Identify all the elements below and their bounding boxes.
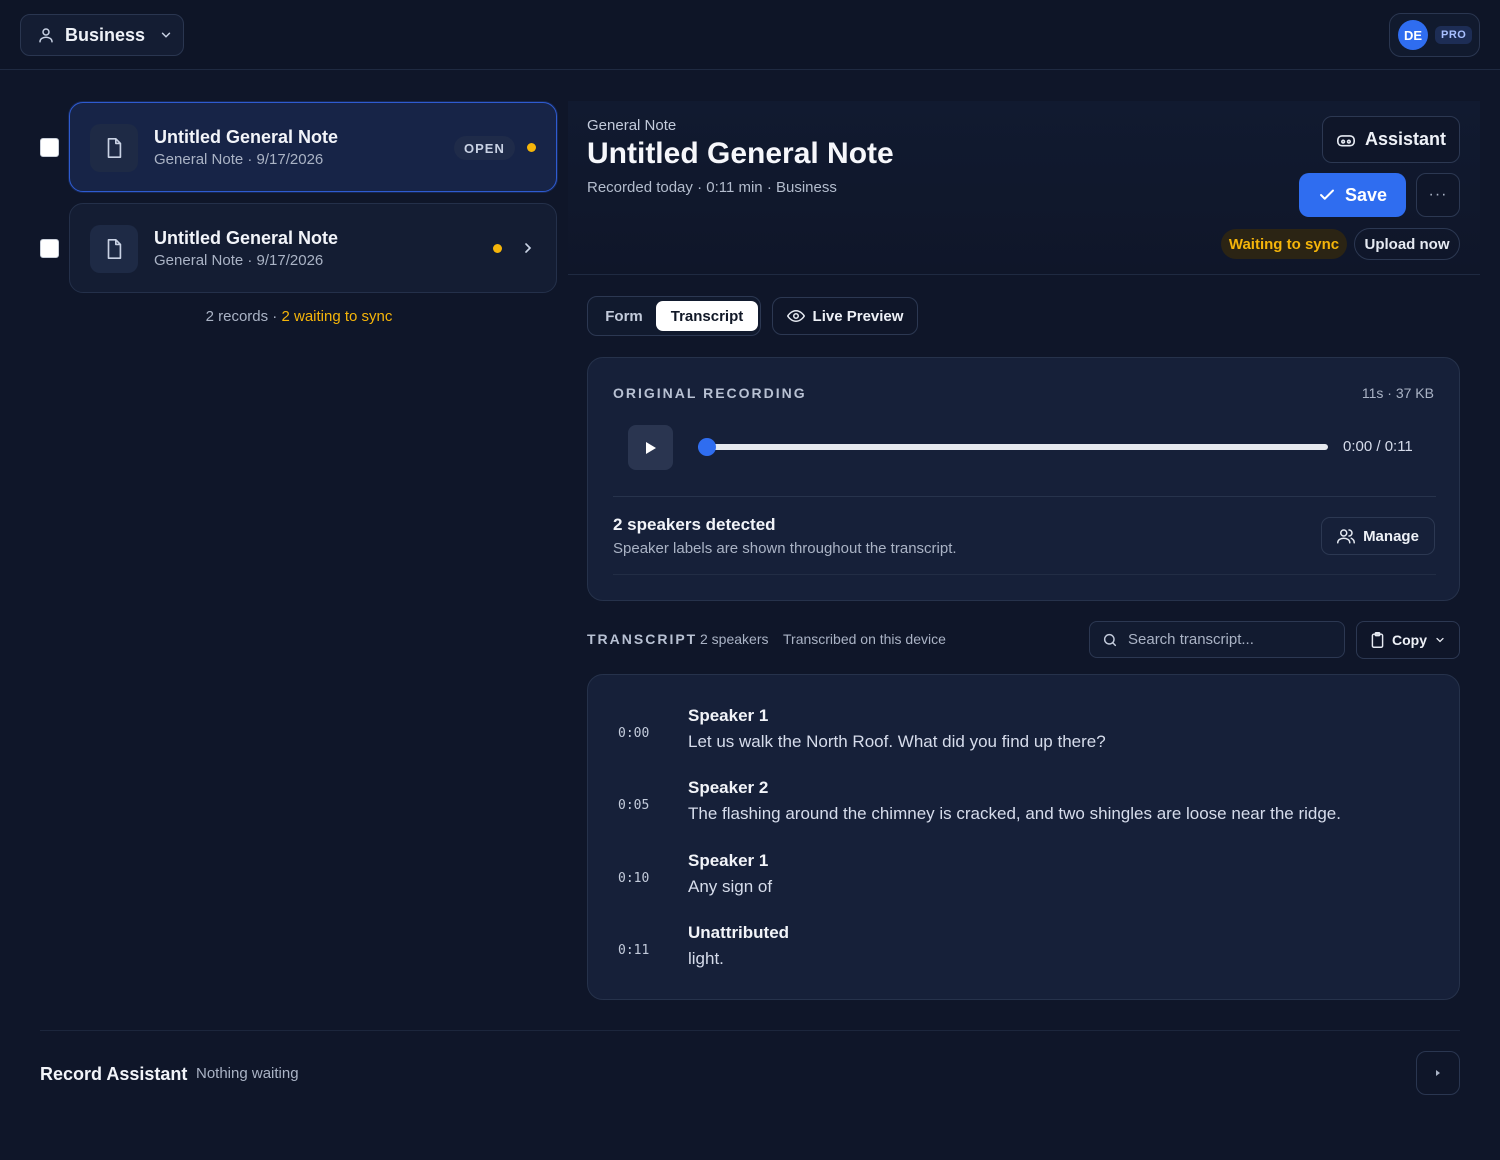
record-count: 2 records: [205, 308, 269, 325]
segment-speaker: Speaker 2: [688, 778, 769, 797]
segment-timestamp[interactable]: 0:05: [618, 798, 649, 813]
time-readout: 0:00 / 0:11: [1343, 438, 1413, 455]
recording-size: 11s · 37 KB: [1361, 385, 1434, 401]
speakers-subtitle: Speaker labels are shown throughout the …: [613, 540, 957, 557]
live-preview-label: Live Preview: [812, 307, 904, 325]
recording-label: ORIGINAL RECORDING: [613, 385, 807, 401]
save-label: Save: [1344, 184, 1388, 205]
divider: [613, 574, 1436, 575]
document-icon: [90, 124, 138, 172]
assistant-button[interactable]: Assistant: [1322, 116, 1460, 163]
unsynced-dot-icon: [527, 143, 536, 152]
play-icon: [645, 441, 657, 455]
transcript-panel: 0:00 Speaker 1 Let us walk the North Roo…: [587, 674, 1460, 1000]
workspace-label: Business: [65, 24, 146, 45]
record-checkbox[interactable]: [40, 138, 59, 157]
segment-timestamp[interactable]: 0:00: [618, 726, 649, 741]
audio-progress-track[interactable]: [698, 444, 1328, 450]
transcript-segment[interactable]: 0:05 Speaker 2 The flashing around the c…: [588, 778, 1461, 838]
view-tabs: Form Transcript: [587, 296, 761, 336]
search-input[interactable]: [1128, 631, 1328, 648]
open-badge: OPEN: [454, 136, 515, 160]
manage-speakers-button[interactable]: Manage: [1321, 517, 1435, 555]
tab-form[interactable]: Form: [592, 301, 656, 331]
record-subtitle: General Note · 9/17/2026: [154, 252, 324, 269]
record-list-footer: 2 records · 2 waiting to sync: [69, 308, 529, 325]
check-icon: [1318, 186, 1336, 204]
upload-now-button[interactable]: Upload now: [1354, 228, 1460, 260]
sync-status-badge: Waiting to sync: [1221, 229, 1347, 259]
user-icon: [37, 26, 55, 44]
transcript-segment[interactable]: 0:00 Speaker 1 Let us walk the North Roo…: [588, 706, 1461, 766]
record-assistant-title: Record Assistant: [40, 1064, 188, 1084]
record-subtitle: General Note · 9/17/2026: [154, 151, 324, 168]
chevron-down-icon: [1434, 634, 1446, 646]
plan-badge: PRO: [1435, 26, 1473, 44]
document-icon: [90, 225, 138, 273]
play-button[interactable]: [628, 425, 673, 470]
unsynced-dot-icon: [493, 244, 502, 253]
user-menu-button[interactable]: DE PRO: [1389, 13, 1480, 57]
recording-panel: ORIGINAL RECORDING 11s · 37 KB 0:00 / 0:…: [587, 357, 1460, 601]
workspace-switcher-button[interactable]: Business: [20, 14, 184, 56]
top-bar: Business DE PRO: [0, 0, 1500, 70]
record-assistant-expand-button[interactable]: [1416, 1051, 1460, 1095]
tab-transcript[interactable]: Transcript: [656, 301, 758, 331]
record-card[interactable]: Untitled General Note General Note · 9/1…: [69, 203, 557, 293]
divider: [40, 1030, 1460, 1031]
record-title: Untitled General Note: [154, 127, 339, 147]
copy-label: Copy: [1392, 632, 1427, 648]
clipboard-icon: [1370, 632, 1385, 648]
save-button[interactable]: Save: [1299, 173, 1406, 217]
users-icon: [1337, 528, 1356, 544]
more-icon: ···: [1428, 186, 1448, 203]
segment-text: Any sign of: [688, 877, 773, 896]
segment-text: Let us walk the North Roof. What did you…: [688, 732, 1106, 751]
more-options-button[interactable]: ···: [1416, 173, 1460, 217]
page-title: Untitled General Note: [587, 137, 894, 170]
headset-icon: [1336, 131, 1356, 149]
search-icon: [1102, 632, 1118, 648]
record-checkbox[interactable]: [40, 239, 59, 258]
transcript-segment[interactable]: 0:11 Unattributed light.: [588, 923, 1461, 983]
footer-separator: ·: [268, 308, 282, 325]
waiting-count: 2 waiting to sync: [281, 308, 393, 325]
segment-speaker: Speaker 1: [688, 851, 769, 870]
segment-speaker: Speaker 1: [688, 706, 769, 725]
manage-label: Manage: [1363, 527, 1419, 545]
transcript-label: TRANSCRIPT: [587, 631, 698, 647]
audio-scrub-handle[interactable]: [698, 438, 716, 456]
assistant-label: Assistant: [1364, 129, 1447, 149]
avatar: DE: [1398, 20, 1428, 50]
speakers-title: 2 speakers detected: [613, 515, 776, 534]
chevron-down-icon: [159, 28, 173, 42]
chevron-right-icon: [520, 240, 536, 256]
segment-text: The flashing around the chimney is crack…: [688, 804, 1341, 823]
note-kind: General Note: [587, 117, 677, 134]
caret-right-icon: [1435, 1069, 1441, 1077]
eye-icon: [786, 309, 805, 323]
copy-button[interactable]: Copy: [1356, 621, 1460, 659]
note-meta: Recorded today · 0:11 min · Business: [587, 179, 837, 196]
record-card[interactable]: Untitled General Note General Note · 9/1…: [69, 102, 557, 192]
transcript-segment[interactable]: 0:10 Speaker 1 Any sign of: [588, 851, 1461, 911]
segment-speaker: Unattributed: [688, 923, 790, 942]
speaker-count: 2 speakers: [700, 631, 769, 647]
divider: [613, 496, 1436, 497]
segment-timestamp[interactable]: 0:10: [618, 871, 649, 886]
live-preview-button[interactable]: Live Preview: [772, 297, 918, 335]
record-assistant-status: Nothing waiting: [196, 1065, 299, 1082]
record-title: Untitled General Note: [154, 228, 339, 248]
transcript-source: Transcribed on this device: [783, 631, 946, 647]
transcript-search[interactable]: [1089, 621, 1345, 658]
segment-text: light.: [688, 949, 724, 968]
segment-timestamp[interactable]: 0:11: [618, 943, 649, 958]
